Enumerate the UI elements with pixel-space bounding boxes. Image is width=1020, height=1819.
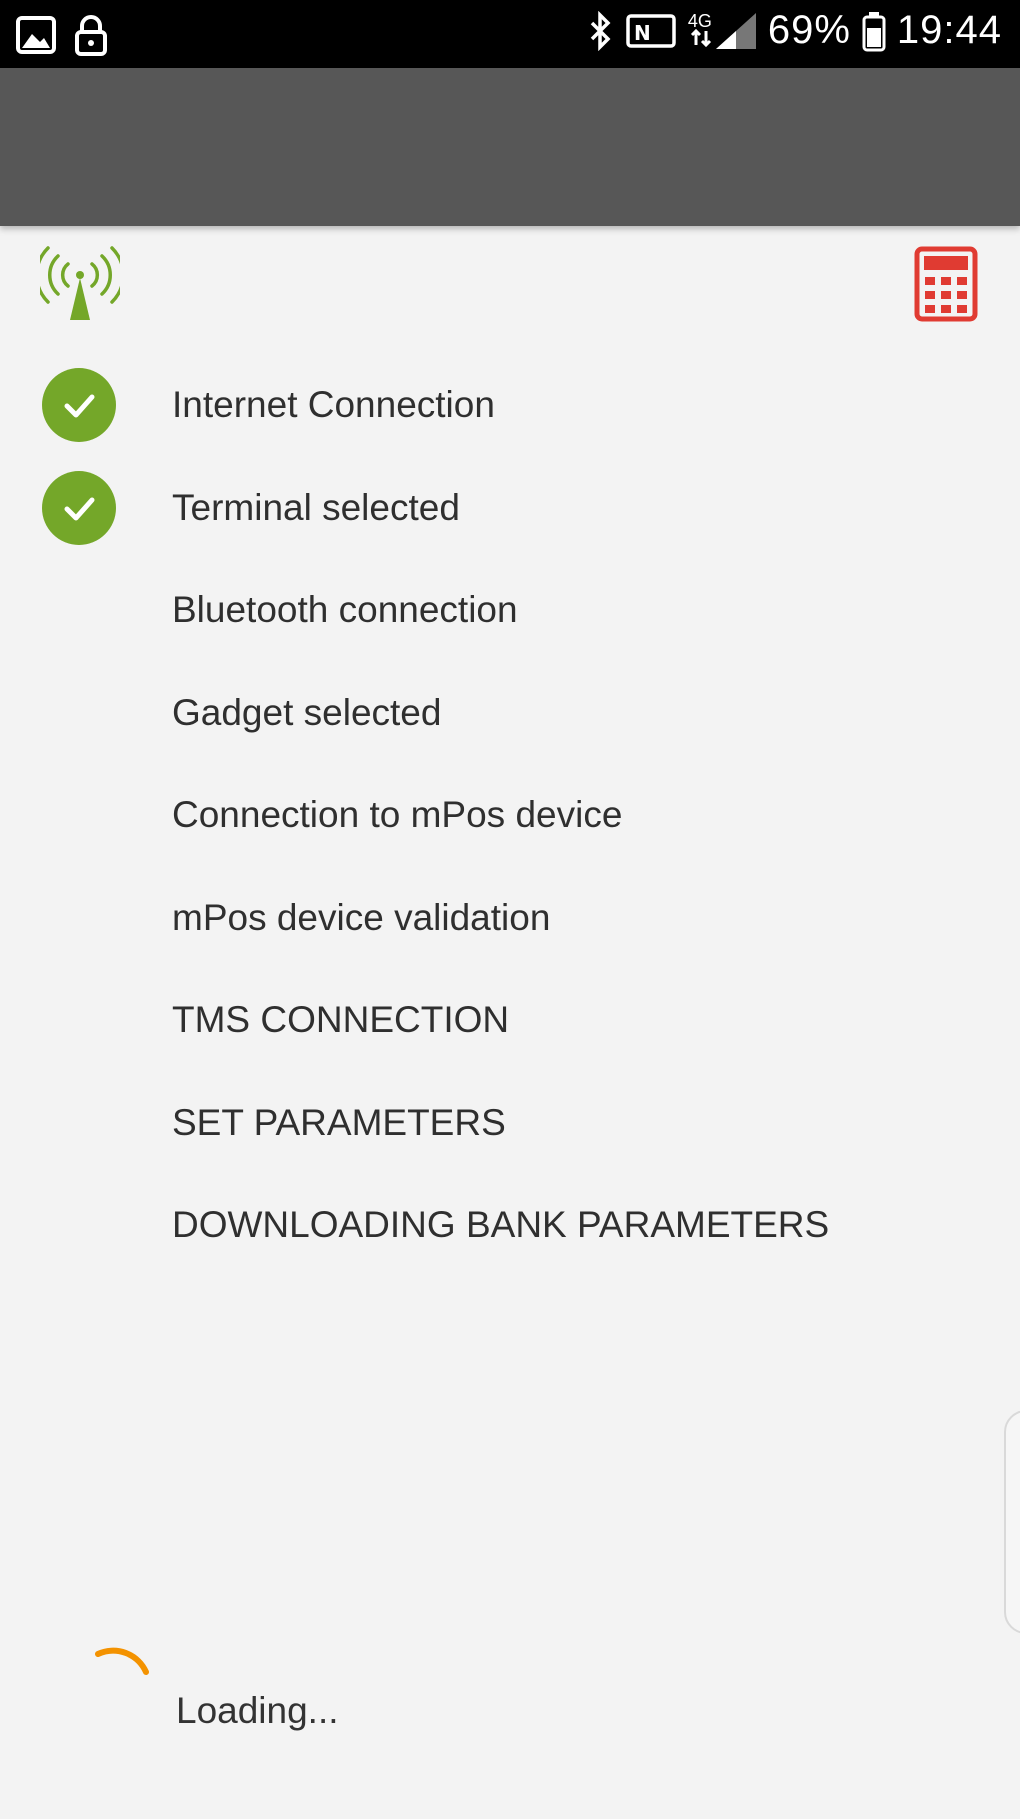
step-bluetooth-connection: Bluetooth connection [0, 565, 1020, 668]
step-label: Terminal selected [172, 486, 460, 528]
bluetooth-icon [590, 10, 611, 51]
battery-icon [862, 11, 886, 51]
svg-text:N: N [634, 21, 651, 45]
clock: 19:44 [896, 8, 1002, 52]
step-label: DOWNLOADING BANK PARAMETERS [172, 1204, 830, 1245]
step-downloading-bank-parameters: DOWNLOADING BANK PARAMETERS [0, 1180, 1020, 1283]
step-label: Bluetooth connection [172, 589, 518, 630]
network-indicator: 4G [688, 11, 758, 51]
status-bar-left [16, 14, 108, 56]
step-label: Gadget selected [172, 691, 442, 733]
edge-panel-handle[interactable] [1004, 1410, 1020, 1634]
step-label: mPos device validation [172, 896, 551, 938]
step-set-parameters: SET PARAMETERS [0, 1078, 1020, 1181]
lock-icon [75, 15, 107, 56]
loading-spinner-icon [95, 1647, 149, 1675]
status-bar: N 4G 69% 19:44 [0, 0, 1020, 68]
step-mpos-validation: mPos device validation [0, 873, 1020, 976]
loading-text: Loading... [176, 1690, 339, 1731]
step-terminal-selected: Terminal selected [0, 463, 1020, 566]
signal-bars-icon [715, 12, 756, 49]
check-icon [42, 470, 116, 545]
step-label: Internet Connection [172, 384, 495, 425]
step-label: TMS CONNECTION [172, 999, 510, 1040]
network-label: 4G [687, 10, 712, 31]
step-tms-connection: TMS CONNECTION [0, 975, 1020, 1078]
nfc-icon: N [626, 13, 676, 48]
step-label: SET PARAMETERS [172, 1101, 506, 1143]
step-gadget-selected: Gadget selected [0, 668, 1020, 771]
step-mpos-connection: Connection to mPos device [0, 770, 1020, 873]
status-bar-right: N 4G 69% 19:44 [588, 8, 1002, 53]
gallery-icon [16, 16, 56, 54]
broadcast-tower-icon [40, 246, 120, 320]
calculator-icon[interactable] [914, 246, 978, 322]
setup-steps-list: Internet Connection Terminal selected Bl… [0, 360, 1020, 1283]
check-icon [42, 368, 116, 442]
step-label: Connection to mPos device [172, 794, 623, 835]
app-bar [0, 68, 1020, 226]
battery-percent: 69% [767, 8, 851, 52]
step-internet-connection: Internet Connection [0, 360, 1020, 463]
